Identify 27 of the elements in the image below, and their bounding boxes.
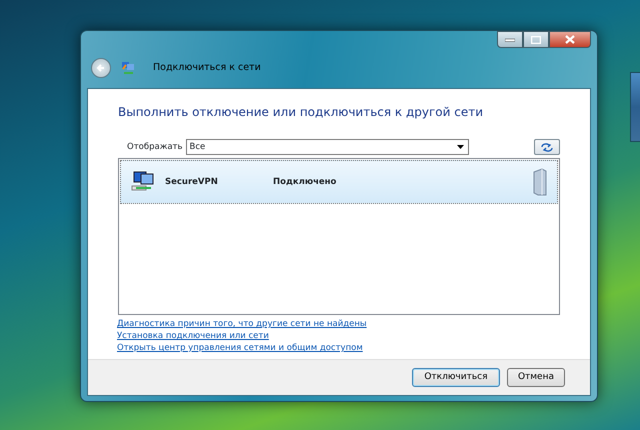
instruction-heading: Выполнить отключение или подключиться к другой сети <box>118 104 484 121</box>
filter-dropdown[interactable]: Все <box>186 139 469 155</box>
server-icon <box>533 168 547 196</box>
back-arrow-icon <box>96 63 106 73</box>
window-title: Подключиться к сети <box>153 60 261 75</box>
connection-name: SecureVPN <box>165 176 219 188</box>
computer-icon <box>131 171 155 193</box>
close-button[interactable] <box>549 31 591 48</box>
close-icon <box>565 35 575 44</box>
link[interactable]: Установка подключения или сети <box>117 330 269 342</box>
maximize-icon <box>531 36 541 44</box>
cancel-button[interactable]: Отмена <box>506 368 565 387</box>
disconnect-button[interactable]: Отключиться <box>412 368 500 387</box>
minimize-button[interactable] <box>497 31 523 48</box>
maximize-button[interactable] <box>523 31 549 48</box>
refresh-button[interactable] <box>534 139 560 155</box>
connection-row[interactable]: SecureVPN Подключено <box>120 160 558 204</box>
refresh-icon <box>541 142 553 152</box>
link[interactable]: Открыть центр управления сетями и общим доступом <box>117 342 363 354</box>
dropdown-caret-icon <box>456 145 464 149</box>
network-icon <box>121 61 135 75</box>
connection-status: Подключено <box>273 176 336 188</box>
back-button[interactable] <box>91 58 111 78</box>
minimize-icon <box>505 38 515 42</box>
link[interactable]: Диагностика причин того, что другие сети не найдены <box>117 318 367 330</box>
gadget-thumbnail <box>630 72 640 142</box>
filter-label: Отображать <box>127 140 183 154</box>
